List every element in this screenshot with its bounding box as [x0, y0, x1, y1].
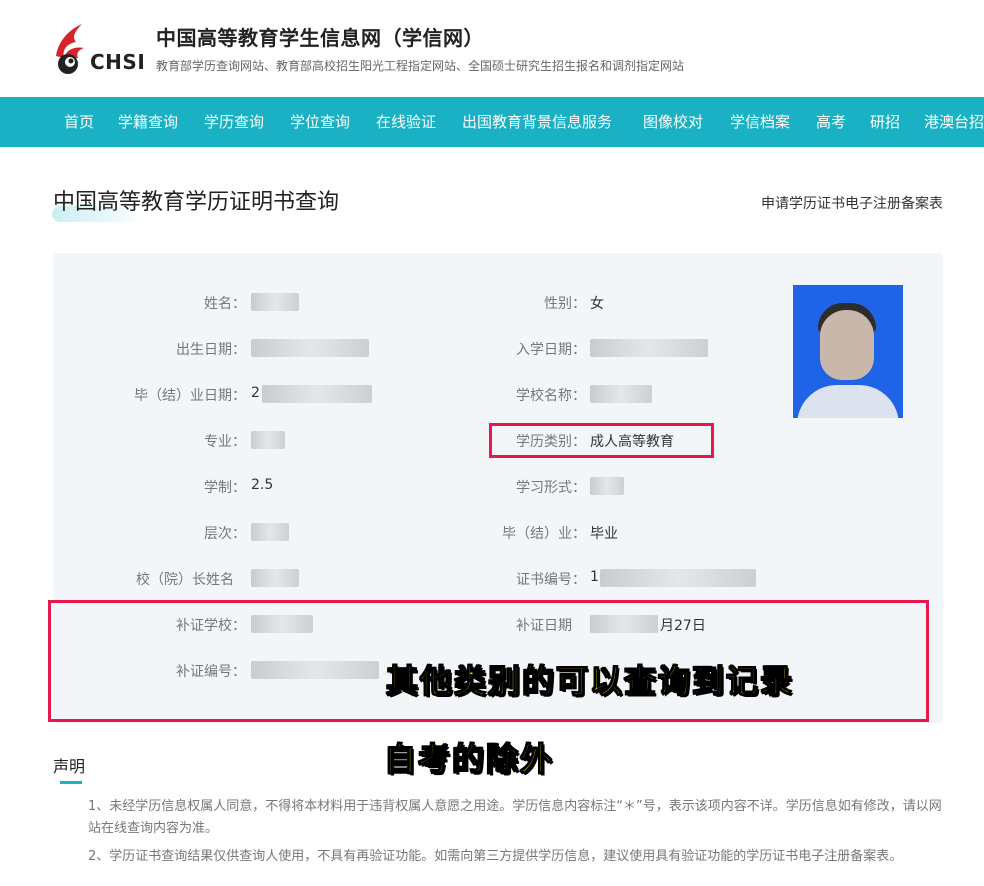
duration-value: 2.5 — [251, 477, 274, 493]
name-label: 姓名： — [204, 296, 246, 312]
graduation-date-prefix: 2 — [251, 385, 260, 401]
site-header: CHSI 中国高等教育学生信息网（学信网） 教育部学历查询网站、教育部高校招生阳… — [0, 0, 984, 97]
major-label: 专业： — [204, 434, 246, 450]
declaration-item-1: 1、未经学历信息权属人同意，不得将本材料用于违背权属人意愿之用途。学历信息内容标… — [88, 799, 942, 836]
graduation-status-label: 毕（结）业： — [502, 526, 586, 542]
page-title: 中国高等教育学历证明书查询 — [53, 190, 340, 215]
certificate-number-value-blurred — [600, 569, 756, 587]
chsi-logo[interactable]: CHSI — [52, 22, 148, 76]
registration-form-link[interactable]: 申请学历证书电子注册备案表 — [761, 193, 943, 213]
nav-item-yanzhao[interactable]: 研招 — [870, 97, 900, 147]
photo-face — [820, 310, 874, 380]
phoenix-logo-icon — [56, 24, 84, 74]
nav-item-enrollment[interactable]: 学籍查询 — [118, 97, 178, 147]
duration-label: 学制： — [204, 480, 246, 496]
certificate-number-prefix: 1 — [590, 569, 599, 585]
nav-item-degree[interactable]: 学位查询 — [290, 97, 350, 147]
nav-item-verify[interactable]: 在线验证 — [376, 97, 436, 147]
student-photo — [793, 285, 903, 418]
major-value-blurred — [251, 431, 285, 449]
study-form-label: 学习形式： — [516, 480, 586, 496]
main-nav: 首页 学籍查询 学历查询 学位查询 在线验证 出国教育背景信息服务 图像校对 学… — [0, 97, 984, 147]
site-subtitle: 教育部学历查询网站、教育部高校招生阳光工程指定网站、全国硕士研究生招生报名和调剂… — [156, 59, 685, 73]
annotation-line-1: 其他类别的可以查询到记录 — [385, 661, 795, 700]
certificate-number-label: 证书编号： — [516, 572, 586, 588]
nav-item-overseas[interactable]: 出国教育背景信息服务 — [462, 97, 612, 147]
enrollment-date-label: 入学日期： — [516, 342, 586, 358]
birth-date-value-blurred — [251, 339, 369, 357]
nav-item-hmt[interactable]: 港澳台招 — [924, 97, 984, 147]
annotation-line-2: 自考的除外 — [383, 739, 555, 778]
school-name-label: 学校名称： — [516, 388, 586, 404]
declaration-underline — [60, 781, 82, 784]
photo-shoulders — [797, 385, 899, 418]
president-name-value-blurred — [251, 569, 299, 587]
school-name-value-blurred — [590, 385, 652, 403]
declaration-item-2: 2、学历证书查询结果仅供查询人使用，不具有再验证功能。如需向第三方提供学历信息，… — [88, 849, 903, 864]
education-type-highlight-box — [489, 423, 714, 458]
gender-value: 女 — [590, 296, 604, 312]
graduation-status-value: 毕业 — [590, 526, 618, 542]
nav-item-photo-check[interactable]: 图像校对 — [643, 97, 703, 147]
gender-label: 性别： — [544, 296, 586, 312]
nav-item-home[interactable]: 首页 — [64, 97, 94, 147]
birth-date-label: 出生日期： — [176, 342, 246, 358]
graduation-date-label: 毕（结）业日期： — [134, 388, 246, 404]
level-value-blurred — [251, 523, 289, 541]
study-form-value-blurred — [590, 477, 624, 495]
logo-text: CHSI — [90, 50, 146, 74]
enrollment-date-value-blurred — [590, 339, 708, 357]
nav-item-archive[interactable]: 学信档案 — [730, 97, 790, 147]
nav-item-education[interactable]: 学历查询 — [204, 97, 264, 147]
declaration-title: 声明 — [53, 757, 86, 776]
president-name-label: 校（院）长姓名 — [136, 572, 234, 588]
name-value-blurred — [251, 293, 299, 311]
graduation-date-value-blurred — [262, 385, 372, 403]
level-label: 层次： — [204, 526, 246, 542]
site-title: 中国高等教育学生信息网（学信网） — [156, 26, 484, 50]
nav-item-gaokao[interactable]: 高考 — [816, 97, 846, 147]
